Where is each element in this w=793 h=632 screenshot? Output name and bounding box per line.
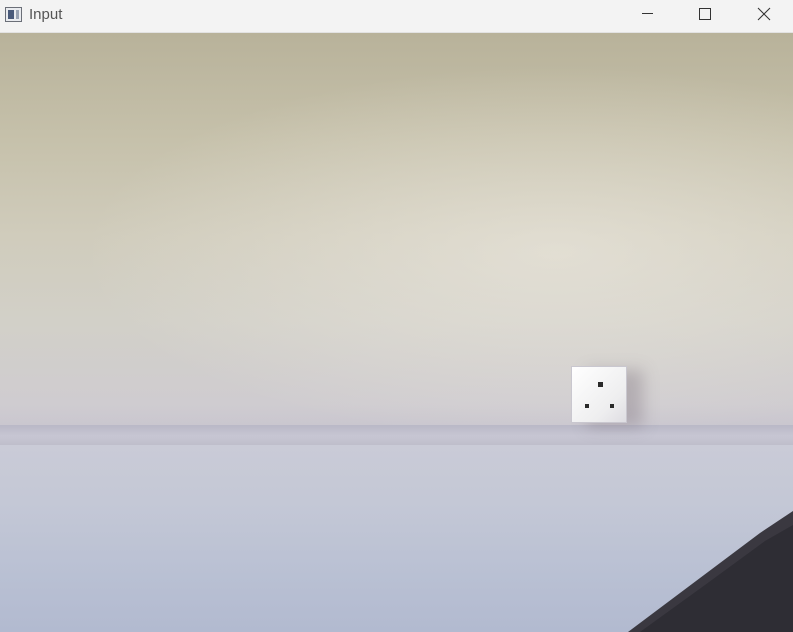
minimize-button[interactable] — [618, 0, 676, 32]
close-button[interactable] — [735, 0, 793, 32]
app-icon — [5, 7, 22, 22]
app-window: Input — [0, 0, 793, 632]
minimize-icon — [642, 13, 653, 14]
window-title: Input — [29, 6, 63, 23]
maximize-icon — [699, 8, 711, 20]
close-icon — [757, 7, 771, 21]
maximize-button[interactable] — [676, 0, 734, 32]
title-bar[interactable]: Input — [0, 0, 793, 33]
camera-view — [0, 33, 793, 632]
arm-shadow — [628, 511, 793, 632]
